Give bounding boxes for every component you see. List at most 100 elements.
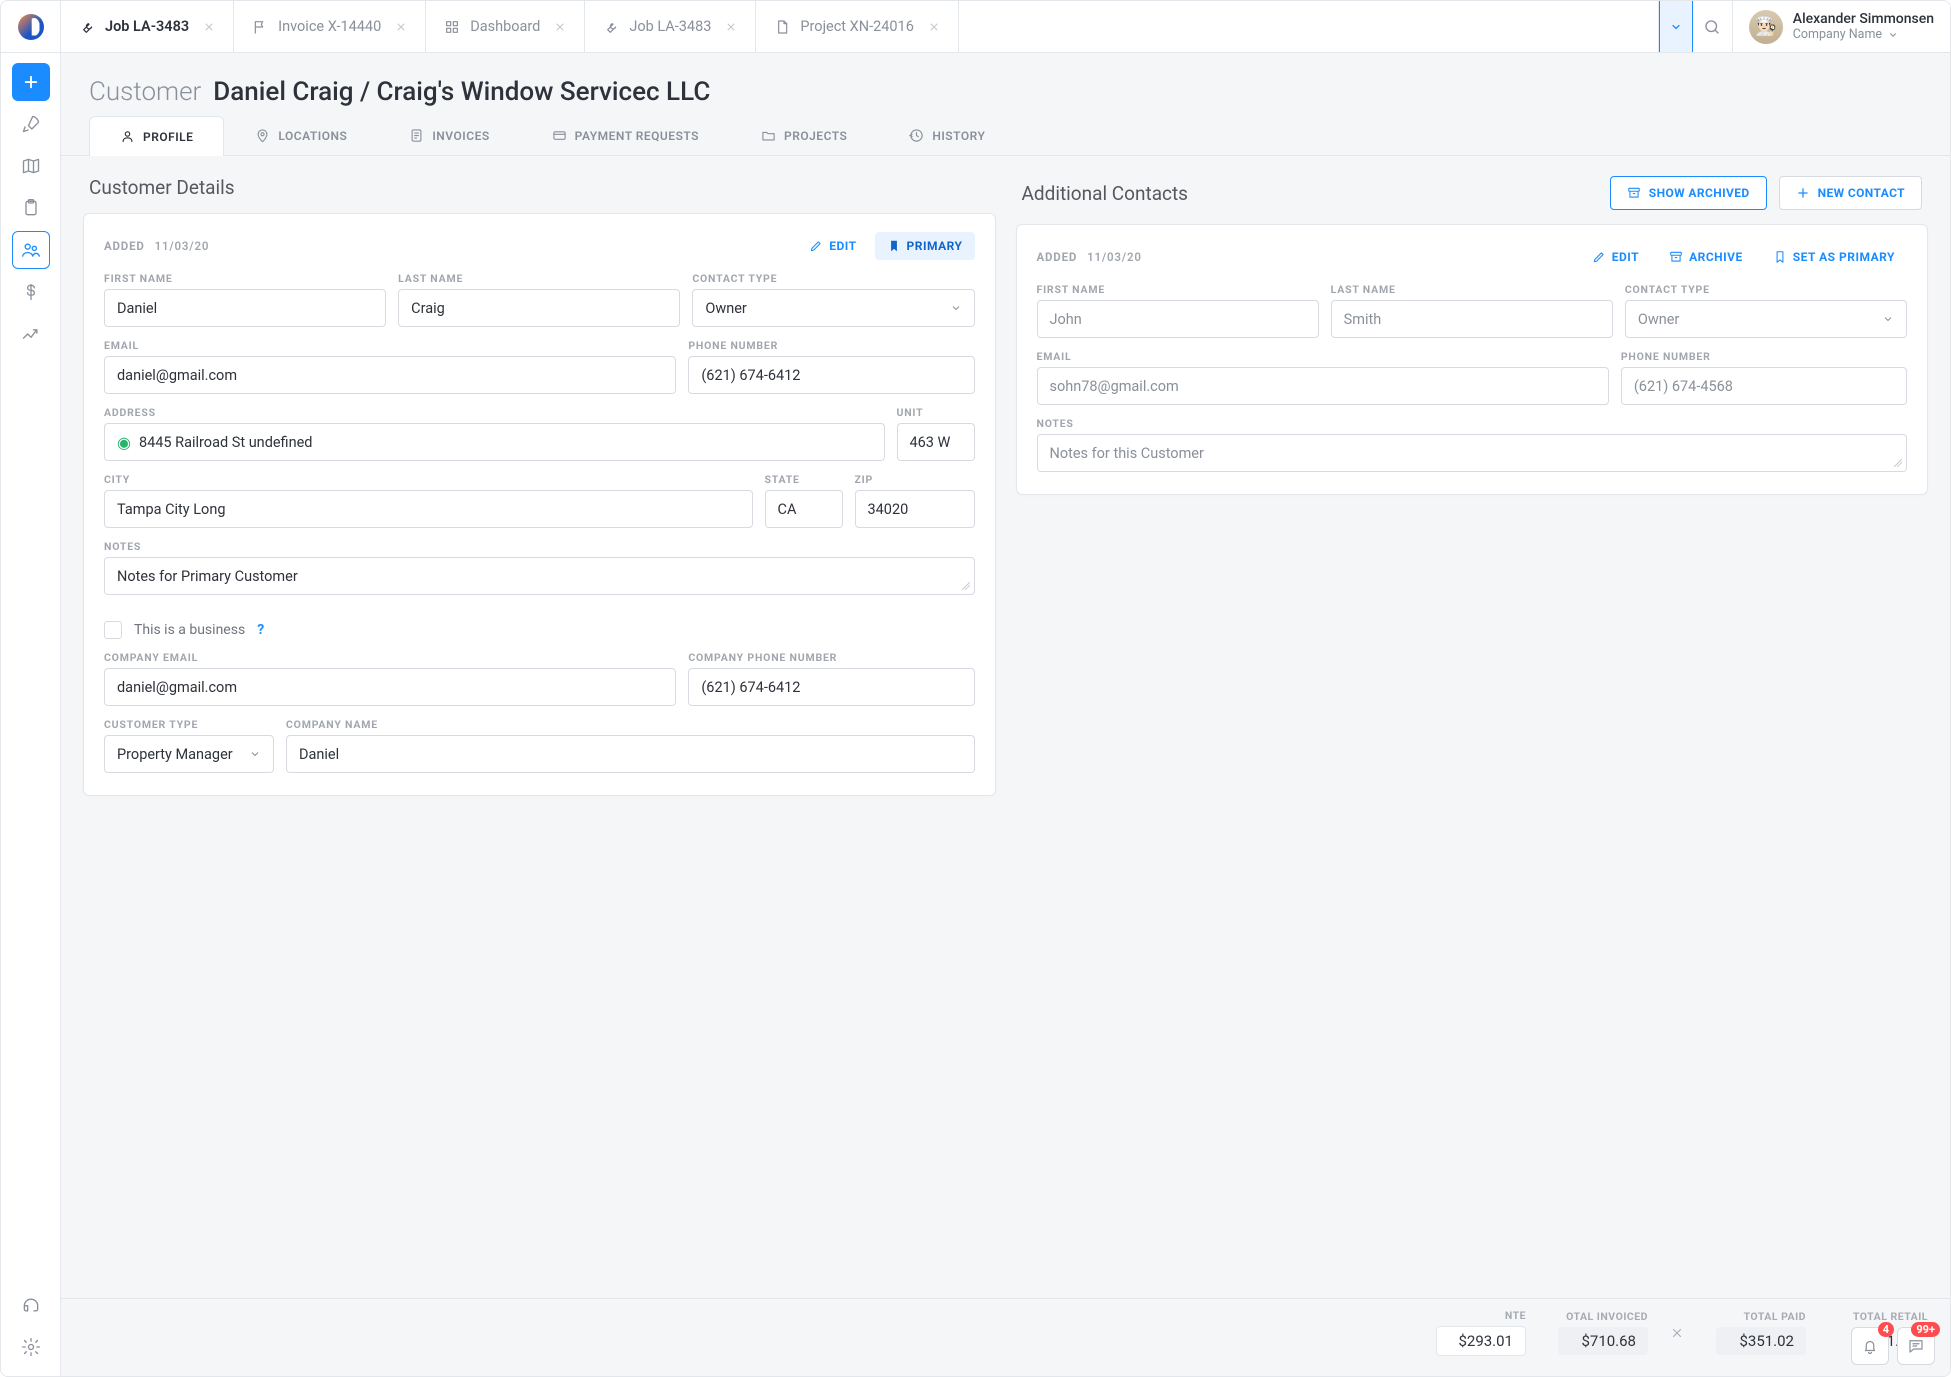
page-tab-profile[interactable]: PROFILE: [89, 116, 224, 156]
rail-settings-button[interactable]: [12, 1328, 50, 1366]
show-archived-button[interactable]: SHOW ARCHIVED: [1610, 176, 1767, 210]
last-name-input[interactable]: Craig: [398, 289, 680, 327]
added-label: ADDED: [104, 239, 145, 253]
email-input[interactable]: daniel@gmail.com: [104, 356, 676, 394]
notifications-chat[interactable]: 99+: [1897, 1327, 1935, 1365]
added-date: 11/03/20: [1087, 250, 1142, 264]
rail-support-button[interactable]: [12, 1286, 50, 1324]
page-tab-label: LOCATIONS: [278, 129, 347, 143]
page-tab-label: HISTORY: [932, 129, 985, 143]
notes-input[interactable]: Notes for Primary Customer: [104, 557, 975, 595]
open-tab[interactable]: Dashboard: [426, 1, 585, 52]
tab-close-button[interactable]: [554, 21, 566, 33]
contact-email-input[interactable]: sohn78@gmail.com: [1037, 367, 1609, 405]
zip-input[interactable]: 34020: [855, 490, 975, 528]
tab-close-button[interactable]: [395, 21, 407, 33]
rail-launch-button[interactable]: [12, 105, 50, 143]
card-icon: [552, 128, 567, 143]
city-input[interactable]: Tampa City Long: [104, 490, 753, 528]
bookmark-icon: [887, 239, 901, 253]
additional-contact-card: ADDED 11/03/20 EDIT ARCHIVE: [1016, 224, 1929, 495]
rail-billing-button[interactable]: [12, 273, 50, 311]
contact-edit-button[interactable]: EDIT: [1580, 243, 1651, 271]
primary-badge[interactable]: PRIMARY: [875, 232, 975, 260]
bell-badge: 4: [1878, 1322, 1894, 1337]
new-contact-button[interactable]: NEW CONTACT: [1779, 176, 1922, 210]
customer-details-title: Customer Details: [89, 176, 235, 199]
company-phone-input[interactable]: (621) 674-6412: [688, 668, 974, 706]
company-name-input[interactable]: Daniel: [286, 735, 975, 773]
page-tab-label: PROJECTS: [784, 129, 847, 143]
contact-first-name-input[interactable]: John: [1037, 300, 1319, 338]
tabs-overflow-button[interactable]: [1659, 1, 1693, 52]
page-header: Customer Daniel Craig / Craig's Window S…: [61, 53, 1950, 115]
open-tab[interactable]: Project XN-24016: [756, 1, 958, 52]
page-tab-label: PROFILE: [143, 130, 193, 144]
chart-up-icon: [21, 324, 41, 344]
tab-close-button[interactable]: [928, 21, 940, 33]
unit-input[interactable]: 463 W: [897, 423, 975, 461]
rail-map-button[interactable]: [12, 147, 50, 185]
page-tab-projects[interactable]: PROJECTS: [730, 115, 878, 155]
open-tab[interactable]: Job LA-3483: [585, 1, 756, 52]
page-tab-history[interactable]: HISTORY: [878, 115, 1016, 155]
footer-value: $710.68: [1558, 1327, 1648, 1355]
pencil-icon: [1592, 250, 1606, 264]
is-business-checkbox[interactable]: [104, 621, 122, 639]
open-tab[interactable]: Invoice X-14440: [234, 1, 426, 52]
customer-details-card: ADDED 11/03/20 EDIT PRIMARY: [83, 213, 996, 796]
contact-type-select[interactable]: Owner: [1625, 300, 1907, 338]
page-tab-payment-requests[interactable]: PAYMENT REQUESTS: [521, 115, 730, 155]
tab-label: Job LA-3483: [105, 18, 189, 35]
rail-reports-button[interactable]: [12, 315, 50, 353]
address-input[interactable]: ◉ 8445 Railroad St undefined: [104, 423, 885, 461]
is-business-help[interactable]: ?: [257, 622, 264, 638]
contact-notes-input[interactable]: Notes for this Customer: [1037, 434, 1908, 472]
footer-label: OTAL INVOICED: [1566, 1310, 1648, 1323]
topbar: Job LA-3483 Invoice X-14440Dashboard Job L…: [1, 1, 1950, 53]
pin-icon: [255, 128, 270, 143]
state-input[interactable]: CA: [765, 490, 843, 528]
search-icon: [1703, 18, 1721, 36]
footer-label: TOTAL PAID: [1744, 1310, 1806, 1323]
map-icon: [21, 156, 41, 176]
contact-archive-button[interactable]: ARCHIVE: [1657, 243, 1755, 271]
tab-close-button[interactable]: [725, 21, 737, 33]
dollar-icon: [21, 282, 41, 302]
set-as-primary-button[interactable]: SET AS PRIMARY: [1761, 243, 1907, 271]
open-tab[interactable]: Job LA-3483: [61, 1, 234, 52]
contact-last-name-input[interactable]: Smith: [1331, 300, 1613, 338]
totals-footer: NTE $293.01OTAL INVOICED $710.68TOTAL PA…: [61, 1298, 1950, 1376]
phone-input[interactable]: (621) 674-6412: [688, 356, 974, 394]
breadcrumb: Customer: [89, 77, 201, 107]
headset-icon: [21, 1295, 41, 1315]
user-menu[interactable]: 👨🏻‍🍳 Alexander Simmonsen Company Name: [1733, 1, 1950, 52]
plus-icon: [22, 73, 40, 91]
rail-clipboard-button[interactable]: [12, 189, 50, 227]
notifications-bell[interactable]: 4: [1851, 1327, 1889, 1365]
page-tabs: PROFILE LOCATIONS INVOICESPAYMENT REQUESTS…: [61, 115, 1950, 156]
page-tab-locations[interactable]: LOCATIONS: [224, 115, 378, 155]
tab-label: Job LA-3483: [629, 18, 711, 35]
wrench-icon: [79, 19, 95, 35]
rail-add-button[interactable]: [12, 63, 50, 101]
chat-icon: [1907, 1337, 1925, 1355]
contact-phone-input[interactable]: (621) 674-4568: [1621, 367, 1907, 405]
rail-customers-button[interactable]: [12, 231, 50, 269]
edit-button[interactable]: EDIT: [797, 232, 868, 260]
user-company: Company Name: [1793, 27, 1934, 42]
customer-type-select[interactable]: Property Manager: [104, 735, 274, 773]
contact-type-select[interactable]: Owner: [692, 289, 974, 327]
side-rail: [1, 53, 61, 1376]
pencil-icon: [809, 239, 823, 253]
search-button[interactable]: [1693, 1, 1733, 52]
app-logo[interactable]: [1, 1, 61, 52]
chevron-down-icon: [950, 302, 962, 314]
company-email-input[interactable]: daniel@gmail.com: [104, 668, 676, 706]
flag-icon: [252, 19, 268, 35]
tab-close-button[interactable]: [203, 21, 215, 33]
first-name-input[interactable]: Daniel: [104, 289, 386, 327]
footer-label: NTE: [1505, 1309, 1526, 1322]
page-tab-invoices[interactable]: INVOICES: [378, 115, 520, 155]
footer-dismiss-button[interactable]: [1670, 1326, 1684, 1340]
